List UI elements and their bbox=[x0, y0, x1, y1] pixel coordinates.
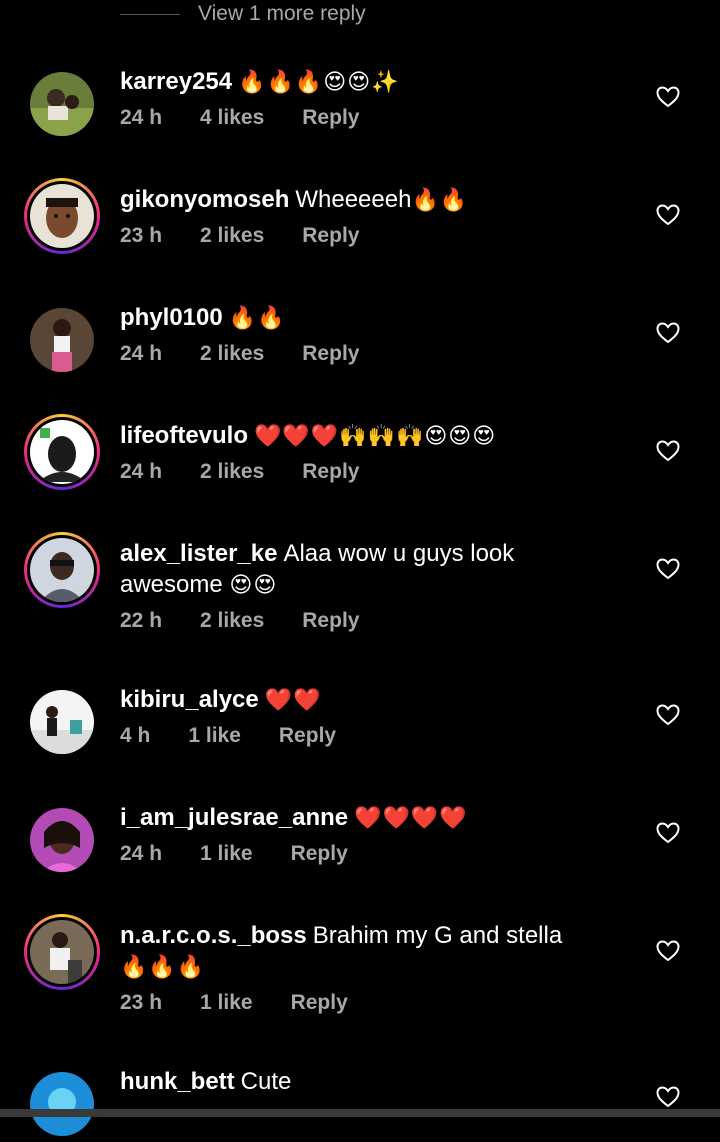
comment-likes[interactable]: 1 like bbox=[188, 724, 241, 748]
reply-button[interactable]: Reply bbox=[302, 106, 359, 130]
reply-button[interactable]: Reply bbox=[302, 342, 359, 366]
avatar[interactable] bbox=[24, 178, 100, 254]
reply-button[interactable]: Reply bbox=[291, 991, 348, 1015]
avatar[interactable] bbox=[24, 302, 100, 378]
comment-emoji: 🔥🔥 bbox=[411, 188, 469, 213]
comment-text: Wheeeeeh bbox=[295, 186, 412, 213]
avatar[interactable] bbox=[24, 414, 100, 490]
comment-username[interactable]: gikonyomoseh bbox=[120, 186, 289, 213]
comment-likes[interactable]: 2 likes bbox=[200, 609, 264, 633]
reply-button[interactable]: Reply bbox=[279, 724, 336, 748]
reply-button[interactable]: Reply bbox=[302, 609, 359, 633]
comment-likes[interactable]: 4 likes bbox=[200, 106, 264, 130]
comment-likes[interactable]: 2 likes bbox=[200, 460, 264, 484]
comment-time: 24 h bbox=[120, 342, 163, 365]
comment-emoji: ❤️❤️❤️🙌🙌🙌😍😍😍 bbox=[254, 424, 497, 449]
comment-likes[interactable]: 2 likes bbox=[200, 342, 264, 366]
avatar[interactable] bbox=[24, 532, 100, 608]
comment-time: 24 h bbox=[120, 460, 163, 483]
comment-username[interactable]: karrey254 bbox=[120, 68, 232, 95]
comment-time: 22 h bbox=[120, 609, 163, 632]
reply-button[interactable]: Reply bbox=[302, 224, 359, 248]
heart-outline-icon[interactable] bbox=[656, 558, 680, 580]
heart-outline-icon[interactable] bbox=[656, 1086, 680, 1108]
heart-outline-icon[interactable] bbox=[656, 322, 680, 344]
avatar[interactable] bbox=[24, 684, 100, 760]
avatar[interactable] bbox=[24, 66, 100, 142]
bottom-scroll-bar bbox=[0, 1109, 720, 1117]
comment-time: 24 h bbox=[120, 842, 163, 865]
heart-outline-icon[interactable] bbox=[656, 440, 680, 462]
comment-likes[interactable]: 1 like bbox=[200, 991, 253, 1015]
comment-emoji: 🔥🔥 bbox=[228, 306, 286, 331]
comment-username[interactable]: n.a.r.c.o.s._boss bbox=[120, 922, 307, 949]
comment-time: 4 h bbox=[120, 724, 151, 747]
heart-outline-icon[interactable] bbox=[656, 940, 680, 962]
comment-emoji: 🔥🔥🔥😍😍✨ bbox=[238, 70, 400, 95]
comment-emoji: 😍😍 bbox=[229, 573, 278, 598]
comment-time: 24 h bbox=[120, 106, 163, 129]
comment-username[interactable]: lifeoftevulo bbox=[120, 422, 248, 449]
comment-username[interactable]: phyl0100 bbox=[120, 304, 223, 331]
comment-text: Cute bbox=[240, 1068, 292, 1095]
comment-username[interactable]: i_am_julesrae_anne bbox=[120, 804, 348, 831]
comment-username[interactable]: hunk_bett bbox=[120, 1068, 235, 1095]
avatar[interactable] bbox=[24, 914, 100, 990]
comment-text: Brahim my G and stella bbox=[312, 922, 563, 949]
comment-emoji: 🔥🔥🔥 bbox=[120, 955, 206, 980]
reply-button[interactable]: Reply bbox=[302, 460, 359, 484]
reply-divider-line bbox=[120, 13, 180, 15]
comment-username[interactable]: alex_lister_ke bbox=[120, 540, 277, 567]
heart-outline-icon[interactable] bbox=[656, 86, 680, 108]
comment-likes[interactable]: 2 likes bbox=[200, 224, 264, 248]
heart-outline-icon[interactable] bbox=[656, 822, 680, 844]
comment-emoji: ❤️❤️❤️❤️ bbox=[354, 806, 468, 831]
avatar[interactable] bbox=[24, 1066, 100, 1142]
reply-button[interactable]: Reply bbox=[291, 842, 348, 866]
heart-outline-icon[interactable] bbox=[656, 204, 680, 226]
comment-username[interactable]: kibiru_alyce bbox=[120, 686, 259, 713]
comment-emoji: ❤️❤️ bbox=[264, 688, 322, 713]
view-more-replies[interactable]: View 1 more reply bbox=[120, 0, 366, 28]
comment-time: 23 h bbox=[120, 224, 163, 247]
comment-likes[interactable]: 1 like bbox=[200, 842, 253, 866]
avatar[interactable] bbox=[24, 802, 100, 878]
view-more-replies-label: View 1 more reply bbox=[198, 2, 366, 25]
comment-time: 23 h bbox=[120, 991, 163, 1014]
heart-outline-icon[interactable] bbox=[656, 704, 680, 726]
